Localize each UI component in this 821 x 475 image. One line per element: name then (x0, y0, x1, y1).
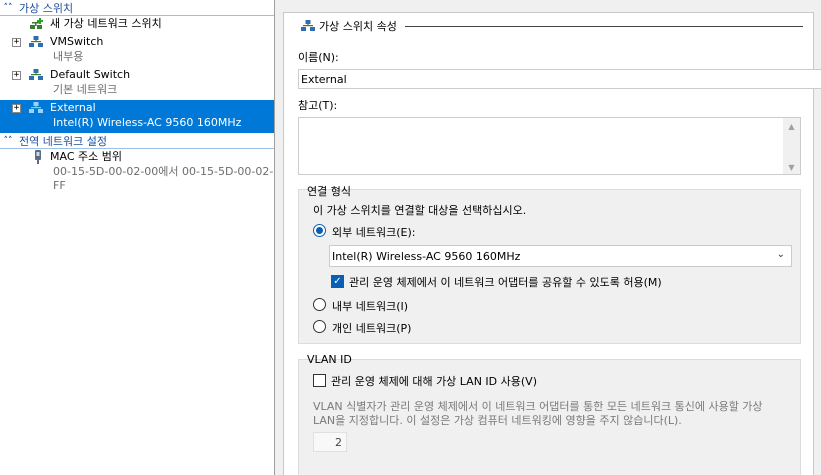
tree-item-label: VMSwitch (50, 35, 104, 48)
notes-label: 참고(T): (298, 99, 338, 112)
internal-network-label[interactable]: 내부 네트워크(I) (332, 298, 408, 314)
connection-type-group: 연결 형식 이 가상 스위치를 연결할 대상을 선택하십시오. 외부 네트워크(… (298, 185, 801, 344)
tree-item-label: MAC 주소 범위 (50, 150, 122, 163)
connection-prompt: 이 가상 스위치를 연결할 대상을 선택하십시오. (313, 204, 527, 217)
expand-icon[interactable]: + (12, 104, 21, 113)
switch-tree-panel: ˄˄ 가상 스위치 새 가상 네트워크 스위치 + VMSwitch 내부용 +… (0, 0, 275, 475)
expand-icon[interactable]: + (12, 38, 21, 47)
tree-item-vmswitch[interactable]: + VMSwitch 내부용 (0, 34, 274, 67)
network-adapter-icon (35, 150, 41, 164)
virtual-switches-header-label: 가상 스위치 (19, 1, 74, 15)
share-adapter-label[interactable]: 관리 운영 체제에서 이 네트워크 어댑터를 공유할 수 있도록 허용(M) (349, 274, 662, 290)
network-switch-icon (29, 102, 43, 113)
vlan-title: VLAN ID (307, 353, 352, 366)
vlan-group: VLAN ID 관리 운영 체제에 대해 가상 LAN ID 사용(V) VLA… (298, 353, 801, 475)
network-switch-icon (29, 69, 43, 80)
global-network-settings-header[interactable]: ˄˄ 전역 네트워크 설정 (0, 133, 274, 149)
private-network-radio[interactable] (313, 320, 326, 333)
tree-item-detail: Intel(R) Wireless-AC 9560 160MHz (53, 116, 242, 129)
network-switch-icon (29, 36, 43, 47)
private-network-label[interactable]: 개인 네트워크(P) (332, 320, 411, 336)
chevron-down-icon[interactable]: ⌄ (777, 249, 785, 260)
tree-item-label: Default Switch (50, 68, 131, 81)
tree-item-detail: 00-15-5D-00-02-00에서 00-15-5D-00-02-FF (53, 165, 274, 192)
switch-properties-panel: 가상 스위치 속성 이름(N): External 참고(T): ▲ ▼ 연결 … (283, 12, 821, 475)
collapse-chevron-icon[interactable]: ˄˄ (0, 136, 16, 146)
scroll-down-icon[interactable]: ▼ (783, 163, 800, 172)
collapse-chevron-icon[interactable]: ˄˄ (0, 3, 16, 13)
tree-item-mac-range[interactable]: MAC 주소 범위 00-15-5D-00-02-00에서 00-15-5D-0… (0, 149, 274, 192)
global-header-label: 전역 네트워크 설정 (19, 134, 107, 148)
scroll-up-icon[interactable]: ▲ (783, 122, 800, 131)
vlan-enable-checkbox[interactable] (313, 374, 326, 387)
vlan-enable-label[interactable]: 관리 운영 체제에 대해 가상 LAN ID 사용(V) (331, 373, 537, 389)
title-divider (404, 25, 803, 27)
name-input[interactable]: External (298, 69, 821, 89)
properties-title-bar: 가상 스위치 속성 (284, 13, 813, 39)
name-label: 이름(N): (298, 51, 339, 64)
tree-item-label: 새 가상 네트워크 스위치 (50, 17, 162, 30)
notes-scrollbar[interactable]: ▲ ▼ (783, 118, 800, 174)
notes-textarea[interactable]: ▲ ▼ (298, 117, 801, 175)
tree-item-default-switch[interactable]: + Default Switch 기본 네트워크 (0, 67, 274, 100)
tree-item-external[interactable]: + External Intel(R) Wireless-AC 9560 160… (0, 100, 274, 133)
tree-item-detail: 내부용 (53, 50, 84, 63)
expand-icon[interactable]: + (12, 71, 21, 80)
virtual-switches-header[interactable]: ˄˄ 가상 스위치 (0, 0, 274, 16)
tree-item-detail: 기본 네트워크 (53, 83, 118, 96)
connection-type-title: 연결 형식 (307, 185, 351, 198)
vlan-id-input[interactable]: 2 (313, 432, 347, 452)
tree-item-label: External (50, 101, 96, 114)
add-network-icon (30, 18, 43, 29)
external-network-label[interactable]: 외부 네트워크(E): (332, 224, 415, 240)
properties-title: 가상 스위치 속성 (319, 20, 397, 33)
share-adapter-checkbox[interactable] (331, 275, 344, 288)
adapter-selected-value: Intel(R) Wireless-AC 9560 160MHz (332, 250, 521, 263)
internal-network-radio[interactable] (313, 298, 326, 311)
network-switch-icon (301, 20, 315, 31)
tree-item-new-switch[interactable]: 새 가상 네트워크 스위치 (0, 16, 274, 34)
adapter-select[interactable]: Intel(R) Wireless-AC 9560 160MHz ⌄ (329, 245, 792, 267)
vlan-description: VLAN 식별자가 관리 운영 체제에서 이 네트워크 어댑터를 통한 모든 네… (313, 400, 763, 427)
external-network-radio[interactable] (313, 224, 326, 237)
